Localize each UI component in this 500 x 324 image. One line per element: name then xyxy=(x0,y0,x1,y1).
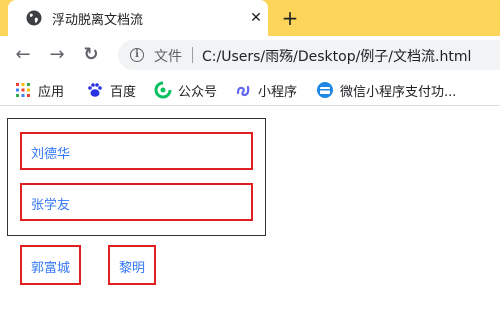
bookmark-mini-program[interactable]: 小程序 xyxy=(234,80,306,100)
float-box: 黎明 xyxy=(108,245,156,285)
bookmark-label: 应用 xyxy=(38,85,65,100)
apps-grid-icon xyxy=(16,83,30,97)
name-text: 刘德华 xyxy=(31,147,71,162)
bookmark-wechat-pay[interactable]: 微信小程序支付功... xyxy=(316,80,466,100)
address-bar[interactable]: i 文件 C:/Users/雨殇/Desktop/例子/文档流.html xyxy=(118,40,500,70)
bookmark-label: 百度 xyxy=(110,85,137,100)
bookmarks-bar: 应用 百度 公众号 小程序 微信小程序支付功... xyxy=(0,74,500,106)
wechat-official-icon xyxy=(154,81,172,99)
bookmark-label: 公众号 xyxy=(178,85,218,100)
browser-toolbar: ← → ↻ i 文件 C:/Users/雨殇/Desktop/例子/文档流.ht… xyxy=(0,36,500,74)
new-tab-button[interactable]: + xyxy=(278,6,302,30)
outer-container: 刘德华 张学友 xyxy=(7,118,266,236)
name-text: 郭富城 xyxy=(31,261,71,276)
name-box: 刘德华 xyxy=(20,132,253,170)
name-box: 张学友 xyxy=(20,183,253,221)
mini-program-icon xyxy=(236,85,250,97)
active-tab[interactable]: 浮动脱离文档流 ✕ xyxy=(8,0,268,36)
bookmark-label: 微信小程序支付功... xyxy=(340,85,457,100)
bookmark-baidu[interactable]: 百度 xyxy=(86,80,146,100)
info-icon[interactable]: i xyxy=(130,48,144,62)
address-separator xyxy=(192,47,193,63)
name-text: 张学友 xyxy=(31,198,71,213)
url-text[interactable]: C:/Users/雨殇/Desktop/例子/文档流.html xyxy=(202,46,471,66)
tab-strip: 浮动脱离文档流 ✕ + xyxy=(0,0,500,36)
tab-close-icon[interactable]: ✕ xyxy=(246,8,266,28)
bookmark-official-account[interactable]: 公众号 xyxy=(154,80,226,100)
name-text: 黎明 xyxy=(119,261,146,276)
bookmark-apps[interactable]: 应用 xyxy=(14,80,74,100)
file-scheme-label: 文件 xyxy=(154,49,182,65)
forward-arrow-icon[interactable]: → xyxy=(44,42,70,68)
bookmark-label: 小程序 xyxy=(258,85,298,100)
wechat-pay-icon xyxy=(317,82,333,98)
globe-icon xyxy=(26,10,42,26)
baidu-paw-icon xyxy=(88,83,102,97)
tab-title: 浮动脱离文档流 xyxy=(52,13,144,28)
float-box: 郭富城 xyxy=(20,245,81,285)
reload-icon[interactable]: ↻ xyxy=(78,42,104,68)
page-content: 刘德华 张学友 郭富城 黎明 xyxy=(0,107,500,324)
back-arrow-icon[interactable]: ← xyxy=(10,42,36,68)
